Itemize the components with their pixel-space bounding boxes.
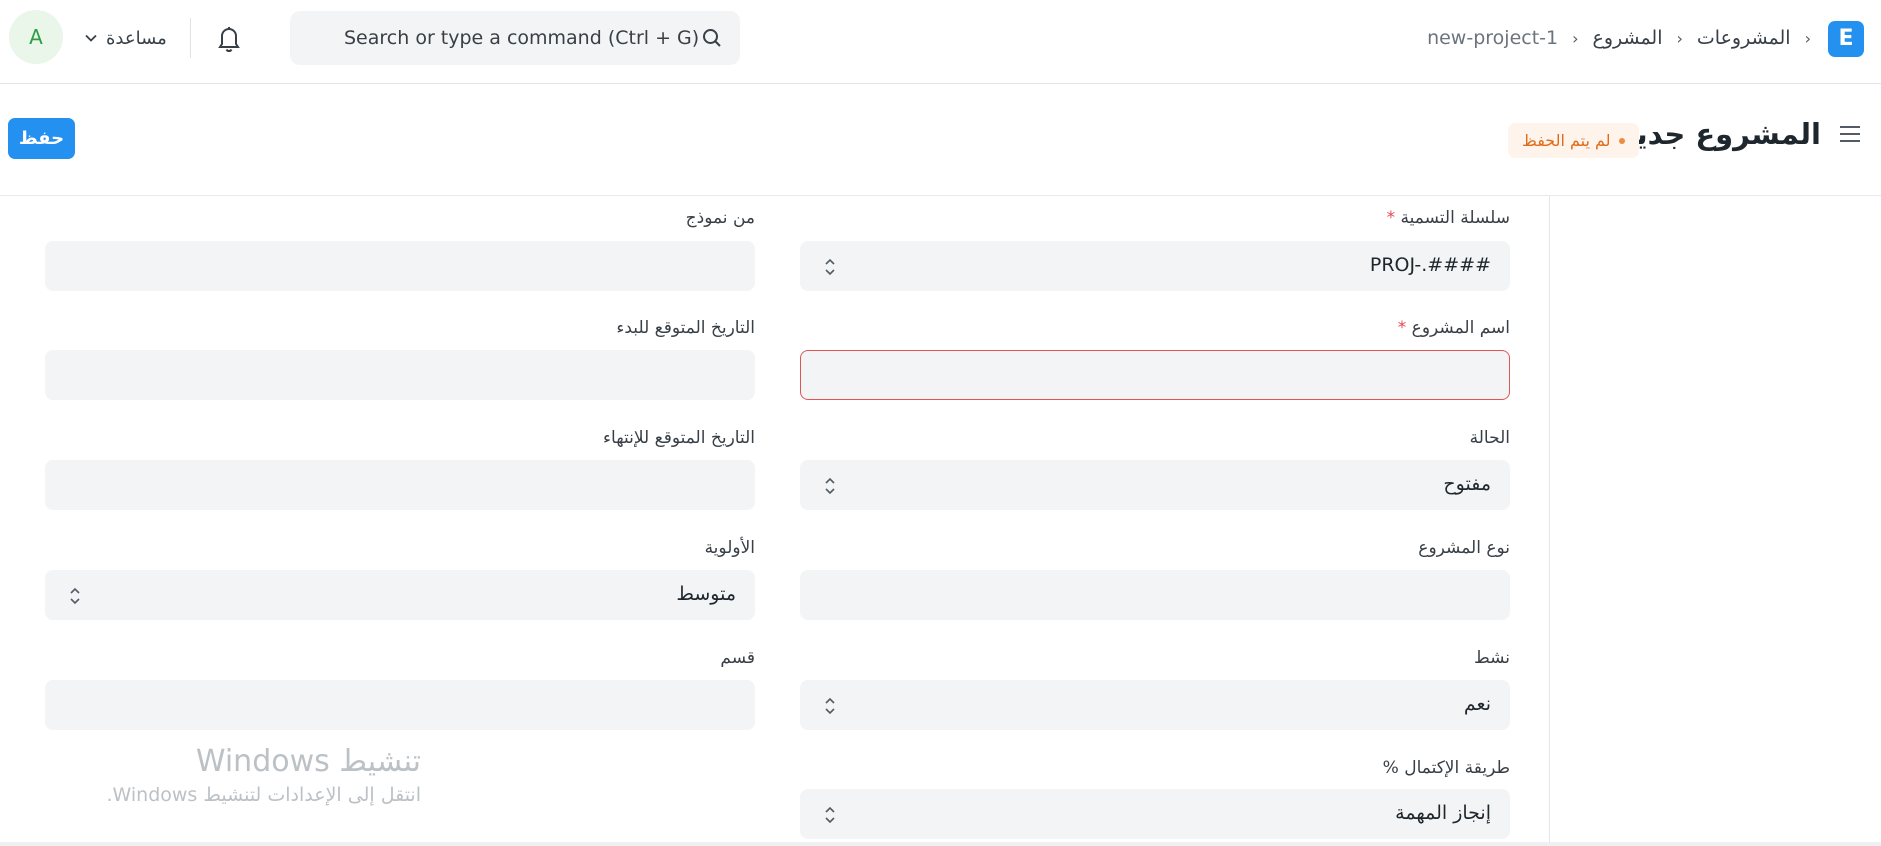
completion-method-label: طريقة الإكتمال % [1382,758,1510,778]
status-dot-icon [1618,137,1625,144]
status-badge-label: لم يتم الحفظ [1522,131,1611,150]
project-type-label: نوع المشروع [1418,538,1510,558]
project-type-field[interactable] [800,570,1510,620]
naming-series-select[interactable]: PROJ-.#### [800,241,1510,291]
naming-series-label: سلسلة التسمية * [1387,208,1510,228]
search-input[interactable] [290,11,700,65]
search-bar[interactable] [290,11,740,65]
help-dropdown[interactable]: مساعدة [84,24,167,52]
status-badge: لم يتم الحفظ [1508,123,1639,158]
project-name-label: اسم المشروع * [1398,318,1510,338]
expected-end-date-field[interactable] [45,460,755,510]
save-button[interactable]: حفظ [8,118,75,159]
select-arrows-icon [825,806,835,824]
chevron-right-icon: › [1804,28,1811,48]
navbar-divider [190,18,191,58]
status-value: مفتوح [1443,473,1491,495]
windows-watermark-subtitle: انتقل إلى الإعدادات لتنشيط Windows. [106,784,421,806]
avatar[interactable]: A [9,10,63,64]
priority-value: متوسط [676,583,736,605]
help-label: مساعدة [106,27,167,49]
expected-end-label: التاريخ المتوقع للإنتهاء [603,428,755,448]
priority-select[interactable]: متوسط [45,570,755,620]
department-field[interactable] [45,680,755,730]
chevron-down-icon [85,34,97,42]
form-sidebar [1550,196,1881,842]
chevron-right-icon: › [1676,28,1683,48]
windows-watermark-title: تنشيط Windows [195,744,421,779]
select-arrows-icon [70,587,80,605]
breadcrumb-project[interactable]: المشروع [1593,27,1663,49]
expected-start-date-field[interactable] [45,350,755,400]
breadcrumb-current: new-project-1 [1427,27,1559,49]
priority-label: الأولوية [704,538,755,558]
completion-method-value: إنجاز المهمة [1395,802,1491,824]
expected-start-label: التاريخ المتوقع للبدء [616,318,755,338]
required-indicator: * [1397,318,1407,338]
is-active-value: نعم [1463,693,1491,715]
naming-series-label-text: سلسلة التسمية [1400,208,1510,228]
bottom-scrollbar [0,842,1881,846]
breadcrumb: › المشروعات › المشروع › new-project-1 [1427,24,1811,52]
app-logo[interactable]: E [1828,21,1864,57]
required-indicator: * [1386,208,1396,228]
status-label: الحالة [1469,428,1510,448]
project-name-input[interactable] [800,350,1510,400]
search-icon[interactable] [700,26,724,50]
menu-icon[interactable] [1838,123,1862,145]
is-active-label: نشط [1473,648,1510,668]
status-select[interactable]: مفتوح [800,460,1510,510]
project-name-label-text: اسم المشروع [1411,318,1510,338]
department-label: قسم [720,648,755,668]
page-title: المشروع جديد [1619,117,1821,151]
select-arrows-icon [825,697,835,715]
is-active-select[interactable]: نعم [800,680,1510,730]
breadcrumb-projects[interactable]: المشروعات [1697,27,1791,49]
chevron-right-icon: › [1572,28,1579,48]
from-template-label: من نموذج [685,208,755,228]
from-template-field[interactable] [45,241,755,291]
page-head: المشروع جديد لم يتم الحفظ [0,85,1881,196]
completion-method-select[interactable]: إنجاز المهمة [800,789,1510,839]
naming-series-value: PROJ-.#### [1369,254,1491,276]
navbar: E › المشروعات › المشروع › new-project-1 … [0,0,1881,84]
select-arrows-icon [825,477,835,495]
select-arrows-icon [825,258,835,276]
notification-bell-icon[interactable] [214,22,244,54]
